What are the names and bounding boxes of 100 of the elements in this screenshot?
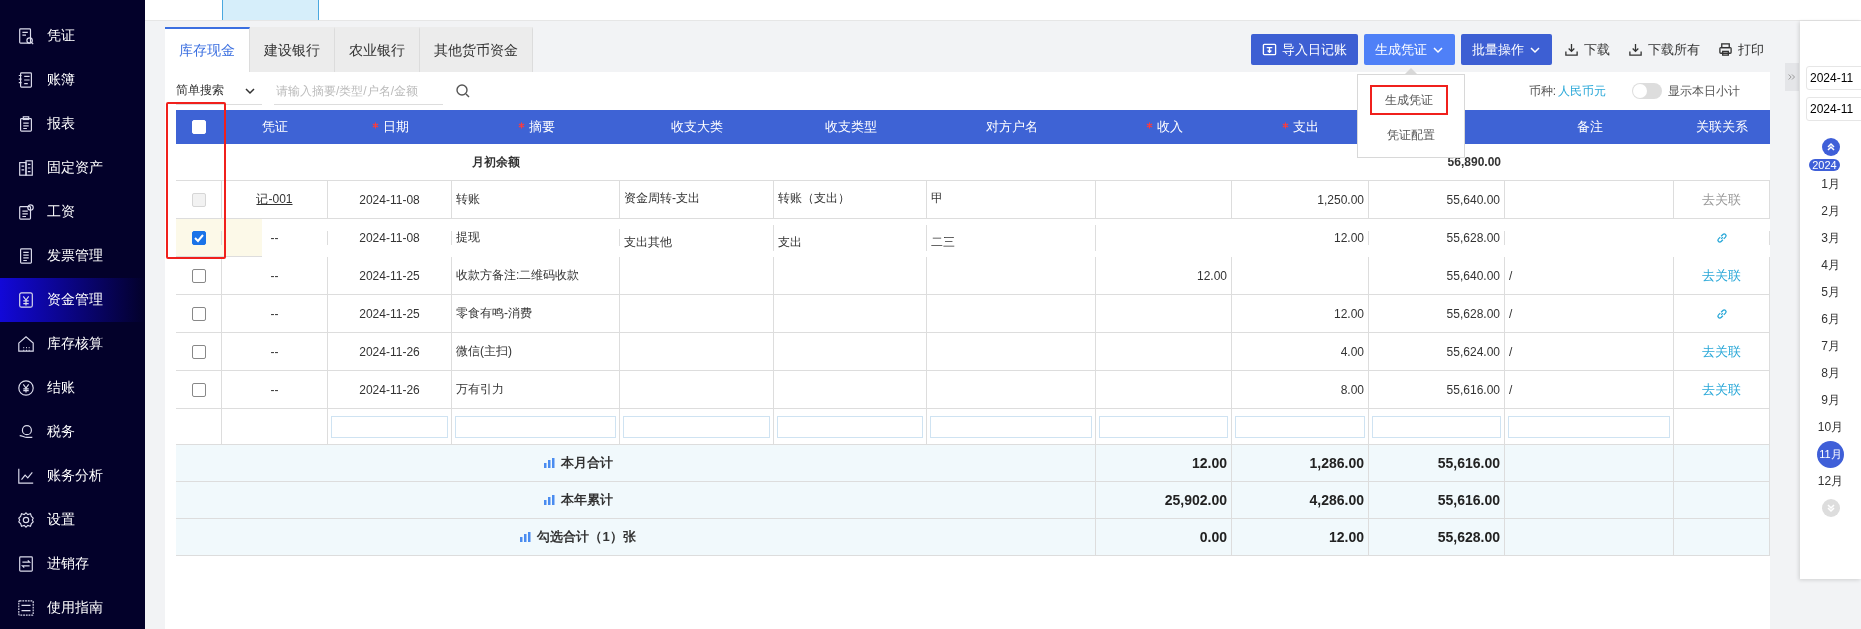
month-item[interactable]: 11月 <box>1817 441 1844 468</box>
search-mode-select[interactable]: 简单搜索 <box>176 77 262 105</box>
input-field[interactable] <box>1508 415 1670 438</box>
menu-item[interactable]: 凭证配置 <box>1358 121 1464 149</box>
sidebar-item[interactable]: 库存核算 <box>0 322 145 366</box>
balance-cell: 55,628.00 <box>1446 306 1500 321</box>
bar-chart-icon <box>519 531 532 543</box>
checkbox[interactable] <box>191 306 206 321</box>
collapse-button[interactable] <box>1785 63 1799 91</box>
summary-cell: 微信(主扫) <box>456 343 512 360</box>
counterparty-cell: 二三 <box>931 233 955 251</box>
date-cell: 2024-11-08 <box>359 192 420 207</box>
sidebar-item[interactable]: 账簿 <box>0 58 145 102</box>
tab[interactable]: 农业银行 <box>335 27 420 72</box>
link-icon[interactable] <box>1714 230 1729 245</box>
opening-balance-label: 月初余额 <box>472 153 520 171</box>
print-button[interactable]: 打印 <box>1712 34 1770 65</box>
search-icon[interactable] <box>455 83 471 99</box>
sidebar-item[interactable]: 账务分析 <box>0 454 145 498</box>
voucher-cell: -- <box>270 306 279 321</box>
column-header: 关联关系 <box>1696 118 1748 136</box>
sidebar-item[interactable]: 结账 <box>0 366 145 410</box>
month-item[interactable]: 9月 <box>1817 387 1844 414</box>
download-button[interactable]: 下载所有 <box>1622 34 1706 65</box>
expense-total: 12.00 <box>1328 529 1364 545</box>
balance-total: 55,628.00 <box>1437 529 1500 545</box>
import-button[interactable]: 导入日记账 <box>1251 34 1358 65</box>
sidebar-item[interactable]: 设置 <box>0 498 145 542</box>
dropdown-button[interactable]: 批量操作 <box>1461 34 1552 65</box>
input-field[interactable] <box>930 415 1092 438</box>
settings-icon <box>17 511 35 529</box>
top-tab[interactable] <box>222 0 319 20</box>
download-button[interactable]: 下载 <box>1558 34 1616 65</box>
column-header: 备注 <box>1576 118 1603 136</box>
tab[interactable]: 其他货币资金 <box>420 27 533 72</box>
month-item[interactable]: 5月 <box>1817 279 1844 306</box>
month-item[interactable]: 8月 <box>1817 360 1844 387</box>
input-field[interactable] <box>331 415 448 438</box>
search-document-icon <box>17 27 35 45</box>
column-header: 凭证 <box>262 118 288 136</box>
balance-cell: 55,624.00 <box>1446 344 1500 359</box>
dropdown-button[interactable]: 生成凭证 <box>1364 34 1455 65</box>
checkbox[interactable] <box>191 382 206 397</box>
month-item[interactable]: 7月 <box>1817 333 1844 360</box>
sidebar-item[interactable]: 报表 <box>0 102 145 146</box>
note-cell: / <box>1509 306 1513 321</box>
checkbox[interactable] <box>191 268 206 283</box>
clipboard-icon <box>17 115 35 133</box>
input-field[interactable] <box>1099 415 1228 438</box>
line-chart-icon <box>17 467 35 485</box>
scroll-down-icon[interactable] <box>1821 499 1840 517</box>
column-header: 摘要 <box>528 118 555 136</box>
income-total: 25,902.00 <box>1164 492 1227 508</box>
column-header: 支出 <box>1293 118 1319 136</box>
yen-box-icon <box>17 291 35 309</box>
date-input[interactable]: 2024-11 <box>1806 97 1861 121</box>
printer-icon <box>1718 42 1733 57</box>
document-icon <box>17 247 35 265</box>
link-icon[interactable] <box>1714 306 1729 321</box>
input-field[interactable] <box>1372 415 1501 438</box>
sidebar-item[interactable]: 固定资产 <box>0 146 145 190</box>
sidebar-item[interactable]: 工资 <box>0 190 145 234</box>
month-item[interactable]: 10月 <box>1817 414 1844 441</box>
checkbox[interactable] <box>191 230 206 245</box>
input-field[interactable] <box>1235 415 1365 438</box>
sidebar-item[interactable]: 税务 <box>0 410 145 454</box>
ledger-icon <box>17 71 35 89</box>
month-item[interactable]: 6月 <box>1817 306 1844 333</box>
column-header: 收入 <box>1156 118 1183 136</box>
column-header: 日期 <box>382 118 409 136</box>
bar-chart-icon <box>542 457 555 469</box>
input-field[interactable] <box>777 415 923 438</box>
download-icon <box>1564 42 1579 57</box>
summary-cell: 零食有鸣-消费 <box>456 305 532 322</box>
tab[interactable]: 库存现金 <box>165 27 250 72</box>
category-cell: 资金周转-支出 <box>624 190 700 207</box>
toggle-switch[interactable] <box>1632 83 1662 99</box>
sidebar-item[interactable]: 使用指南 <box>0 586 145 629</box>
sidebar-item[interactable]: 凭证 <box>0 14 145 58</box>
input-field[interactable] <box>623 415 770 438</box>
month-item[interactable]: 1月 <box>1817 171 1844 198</box>
month-item[interactable]: 4月 <box>1817 252 1844 279</box>
date-input[interactable]: 2024-11 <box>1806 66 1861 90</box>
sidebar-item[interactable]: 资金管理 <box>0 278 145 322</box>
note-cell: / <box>1509 268 1513 283</box>
checkbox[interactable] <box>191 344 206 359</box>
category-cell: 支出其他 <box>624 233 672 251</box>
note-cell: / <box>1509 344 1513 359</box>
year-badge: 2024 <box>1809 159 1840 171</box>
balance-total: 55,616.00 <box>1437 492 1500 508</box>
scroll-up-icon[interactable] <box>1821 138 1840 156</box>
month-item[interactable]: 2月 <box>1817 198 1844 225</box>
month-item[interactable]: 3月 <box>1817 225 1844 252</box>
tab[interactable]: 建设银行 <box>250 27 335 72</box>
input-field[interactable] <box>455 415 616 438</box>
month-item[interactable]: 12月 <box>1817 468 1844 495</box>
sidebar-item[interactable]: 进销存 <box>0 542 145 586</box>
sidebar-item[interactable]: 发票管理 <box>0 234 145 278</box>
voucher-cell: -- <box>270 382 279 397</box>
menu-item[interactable]: 生成凭证 <box>1370 85 1448 115</box>
